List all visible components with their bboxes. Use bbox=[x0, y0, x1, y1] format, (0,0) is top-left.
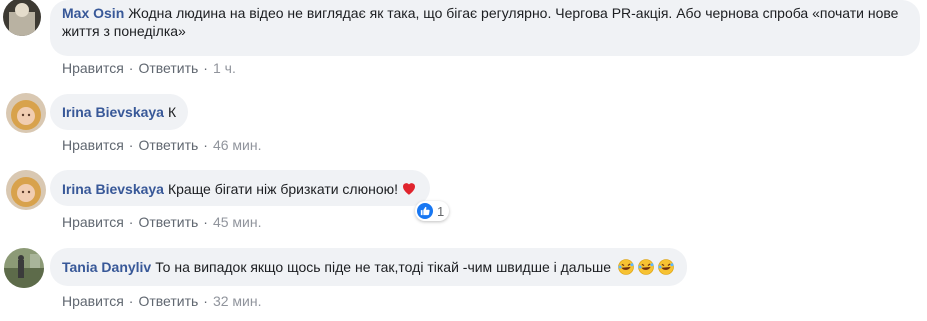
reply-link[interactable]: Ответить bbox=[138, 60, 198, 76]
like-link[interactable]: Нравится bbox=[62, 60, 124, 76]
comment-bubble: Max Osin Жодна людина на відео не вигляда… bbox=[50, 0, 920, 56]
comment-bubble: Irina Bievskaya К bbox=[50, 94, 189, 130]
avatar[interactable] bbox=[6, 170, 46, 210]
rolling-on-floor-laughing-icon bbox=[618, 259, 634, 275]
comment-text: Жодна людина на відео не виглядає як так… bbox=[62, 5, 899, 39]
comment-actions: Нравится · Ответить · 45 мин. bbox=[62, 214, 262, 230]
avatar[interactable] bbox=[6, 93, 46, 133]
comment-actions: Нравится · Ответить · 46 мин. bbox=[62, 137, 262, 153]
comment-author[interactable]: Tania Danyliv bbox=[62, 259, 151, 275]
like-link[interactable]: Нравится bbox=[62, 293, 124, 309]
red-heart-icon bbox=[403, 183, 416, 195]
comment-author[interactable]: Max Osin bbox=[62, 5, 124, 21]
avatar[interactable] bbox=[4, 248, 44, 288]
comment-bubble: Tania Danyliv То на випадок якщо щось під… bbox=[50, 248, 687, 286]
comment-text: К bbox=[167, 104, 177, 120]
reaction-badge[interactable]: 1 bbox=[415, 201, 450, 221]
comment-time[interactable]: 46 мин. bbox=[213, 137, 262, 153]
rolling-on-floor-laughing-icon bbox=[658, 259, 674, 275]
comment-time[interactable]: 32 мин. bbox=[213, 293, 262, 309]
like-link[interactable]: Нравится bbox=[62, 214, 124, 230]
comment-time[interactable]: 1 ч. bbox=[213, 60, 236, 76]
like-link[interactable]: Нравится bbox=[62, 137, 124, 153]
comment-author[interactable]: Irina Bievskaya bbox=[62, 181, 164, 197]
like-reaction-icon bbox=[417, 203, 433, 219]
comment-author[interactable]: Irina Bievskaya bbox=[62, 104, 164, 120]
reaction-count: 1 bbox=[437, 203, 445, 219]
reply-link[interactable]: Ответить bbox=[138, 293, 198, 309]
comment-time[interactable]: 45 мин. bbox=[213, 214, 262, 230]
comment-text: Краще бігати ніж бризкати слюною! bbox=[167, 181, 399, 197]
reply-link[interactable]: Ответить bbox=[138, 214, 198, 230]
avatar[interactable] bbox=[3, 0, 41, 36]
comment-text: То на випадок якщо щось піде не так,тоді… bbox=[155, 259, 612, 275]
rolling-on-floor-laughing-icon bbox=[638, 259, 654, 275]
reply-link[interactable]: Ответить bbox=[138, 137, 198, 153]
comment-actions: Нравится · Ответить · 32 мин. bbox=[62, 293, 262, 309]
comment-actions: Нравится · Ответить · 1 ч. bbox=[62, 60, 236, 76]
comment-bubble: Irina Bievskaya Краще бігати ніж бризкати… bbox=[50, 170, 431, 206]
